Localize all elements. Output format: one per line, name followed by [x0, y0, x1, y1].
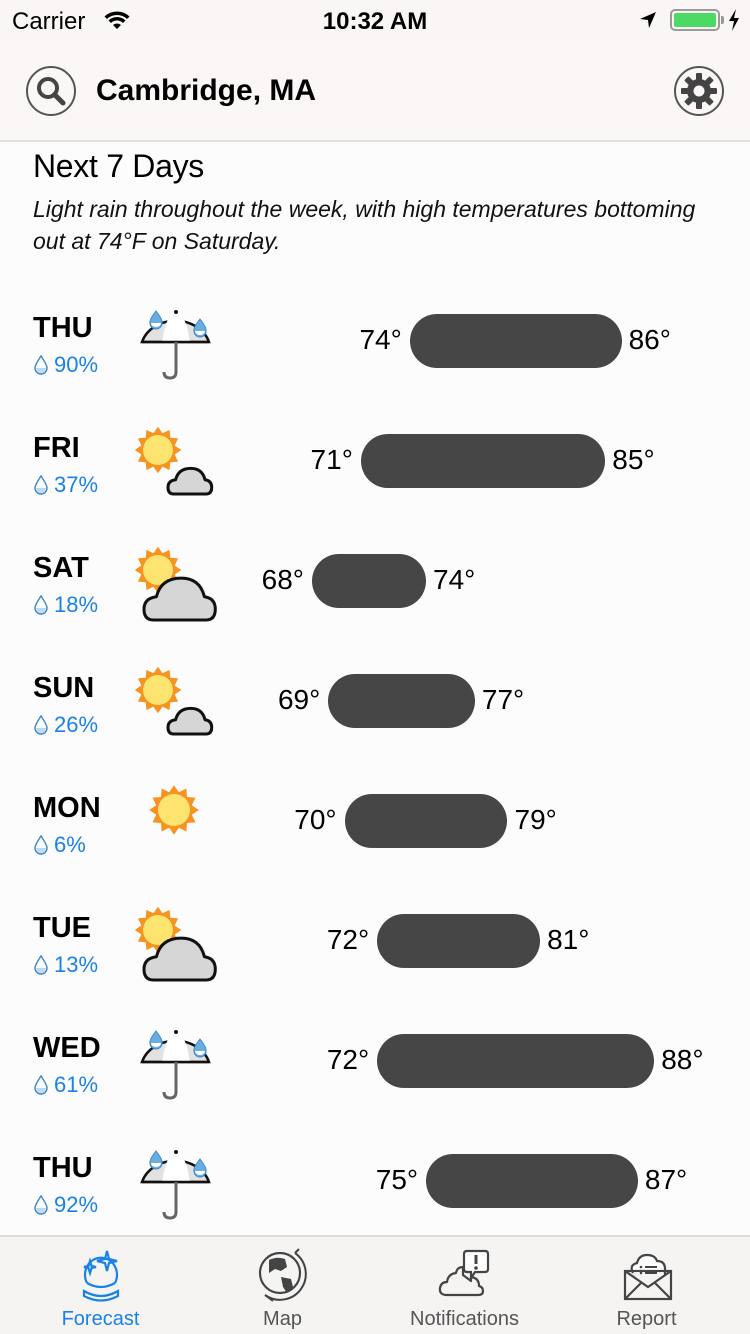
- high-temp: 77°: [481, 684, 525, 715]
- high-temp: 79°: [514, 804, 557, 835]
- day-row[interactable]: SAT 18% 68° 74°: [0, 540, 750, 640]
- tab-label: Map: [263, 1308, 302, 1330]
- high-temp: 74°: [433, 564, 476, 595]
- raindrop-icon: [34, 835, 48, 855]
- precip-value: 92%: [54, 1192, 99, 1217]
- precip-value: 61%: [54, 1072, 99, 1097]
- raindrop-icon: [34, 1195, 48, 1215]
- precip-chance: 37%: [34, 472, 98, 498]
- low-temp: 69°: [277, 684, 321, 715]
- high-temp: 87°: [644, 1164, 688, 1195]
- tab-notifications[interactable]: Notifications: [371, 1237, 558, 1334]
- day-row[interactable]: SUN 26% 69° 77°: [0, 660, 750, 760]
- sun-icon: [132, 780, 222, 870]
- low-temp: 71°: [310, 444, 353, 475]
- temp-range-bar: [360, 434, 606, 488]
- precip-value: 18%: [54, 592, 99, 617]
- low-temp: 75°: [375, 1164, 419, 1195]
- envelope-cloud-icon: [623, 1253, 672, 1301]
- low-temp: 74°: [359, 324, 402, 355]
- partly-cloudy-icon: [132, 540, 222, 630]
- search-icon: [37, 77, 66, 106]
- high-temp: 85°: [612, 444, 655, 475]
- low-temp: 72°: [326, 924, 370, 955]
- day-name: TUE: [33, 912, 91, 944]
- temp-range-bar: [409, 314, 622, 368]
- high-temp: 86°: [628, 324, 671, 355]
- day-name: FRI: [33, 432, 80, 464]
- low-temp: 68°: [261, 564, 304, 595]
- forecast-header: Next 7 Days Light rain throughout the we…: [33, 148, 723, 257]
- precip-chance: 18%: [34, 592, 98, 618]
- precip-chance: 26%: [34, 712, 98, 738]
- forecast-summary: Light rain throughout the week, with hig…: [33, 196, 696, 254]
- crystal-ball-icon: [82, 1250, 119, 1302]
- battery-icon: [670, 9, 720, 31]
- page-title: Next 7 Days: [33, 148, 204, 184]
- precip-chance: 92%: [34, 1192, 98, 1218]
- day-row[interactable]: MON 6% 70° 79°: [0, 780, 750, 880]
- raindrop-icon: [34, 955, 48, 975]
- precip-value: 13%: [54, 952, 99, 977]
- tab-report[interactable]: Report: [553, 1237, 740, 1334]
- nav-bar: Cambridge, MA: [0, 40, 750, 142]
- city-name[interactable]: Cambridge, MA: [96, 74, 316, 108]
- status-bar: Carrier 10:32 AM: [0, 0, 750, 40]
- day-row[interactable]: TUE 13% 72° 81°: [0, 900, 750, 1000]
- low-temp: 70°: [294, 804, 337, 835]
- day-row[interactable]: FRI 37% 71° 85°: [0, 420, 750, 520]
- precip-value: 26%: [54, 712, 99, 737]
- precip-value: 6%: [54, 832, 86, 857]
- precip-chance: 61%: [34, 1072, 98, 1098]
- high-temp: 88°: [661, 1044, 704, 1075]
- low-temp: 72°: [326, 1044, 370, 1075]
- precip-value: 37%: [54, 472, 99, 497]
- sun-small-cloud-icon: [132, 660, 222, 750]
- raindrop-icon: [34, 715, 48, 735]
- day-row[interactable]: THU 92% 75° 87°: [0, 1140, 750, 1240]
- precip-value: 90%: [54, 352, 99, 377]
- umbrella-rain-icon: [132, 1020, 222, 1110]
- temp-range-bar: [426, 1154, 638, 1208]
- temp-range-bar: [312, 554, 426, 608]
- battery-tip: [721, 16, 724, 24]
- tab-label: Notifications: [410, 1308, 519, 1330]
- day-name: THU: [33, 312, 93, 344]
- temp-range-bar: [328, 674, 475, 728]
- settings-button[interactable]: [674, 66, 724, 116]
- raindrop-icon: [34, 1075, 48, 1095]
- charging-bolt-icon: [729, 9, 739, 31]
- temp-range-bar: [377, 1034, 655, 1088]
- tab-forecast[interactable]: Forecast: [7, 1237, 194, 1334]
- tab-label: Forecast: [61, 1308, 140, 1330]
- location-arrow-icon: [640, 12, 656, 28]
- sun-small-cloud-icon: [132, 420, 222, 510]
- raindrop-icon: [34, 595, 48, 615]
- precip-chance: 6%: [34, 832, 86, 858]
- raindrop-icon: [34, 355, 48, 375]
- day-name: WED: [33, 1032, 101, 1064]
- precip-chance: 90%: [34, 352, 98, 378]
- globe-icon: [258, 1248, 307, 1302]
- temp-range-bar: [377, 914, 541, 968]
- high-temp: 81°: [547, 924, 590, 955]
- temp-range-bar: [344, 794, 508, 848]
- gear-icon: [681, 73, 717, 109]
- day-name: SAT: [33, 552, 89, 584]
- tab-map[interactable]: Map: [189, 1237, 376, 1334]
- umbrella-rain-icon: [132, 1140, 222, 1230]
- tab-label: Report: [616, 1308, 677, 1330]
- precip-chance: 13%: [34, 952, 98, 978]
- day-name: MON: [33, 792, 101, 824]
- tab-bar: Forecast Map Notifications Report: [0, 1235, 750, 1334]
- cloud-alert-icon: [438, 1249, 489, 1297]
- search-button[interactable]: [26, 66, 76, 116]
- day-name: THU: [33, 1152, 93, 1184]
- umbrella-rain-icon: [132, 300, 222, 390]
- raindrop-icon: [34, 475, 48, 495]
- day-row[interactable]: THU 90% 74° 86°: [0, 300, 750, 400]
- day-name: SUN: [33, 672, 95, 704]
- day-row[interactable]: WED 61% 72° 88°: [0, 1020, 750, 1120]
- partly-cloudy-icon: [132, 900, 222, 990]
